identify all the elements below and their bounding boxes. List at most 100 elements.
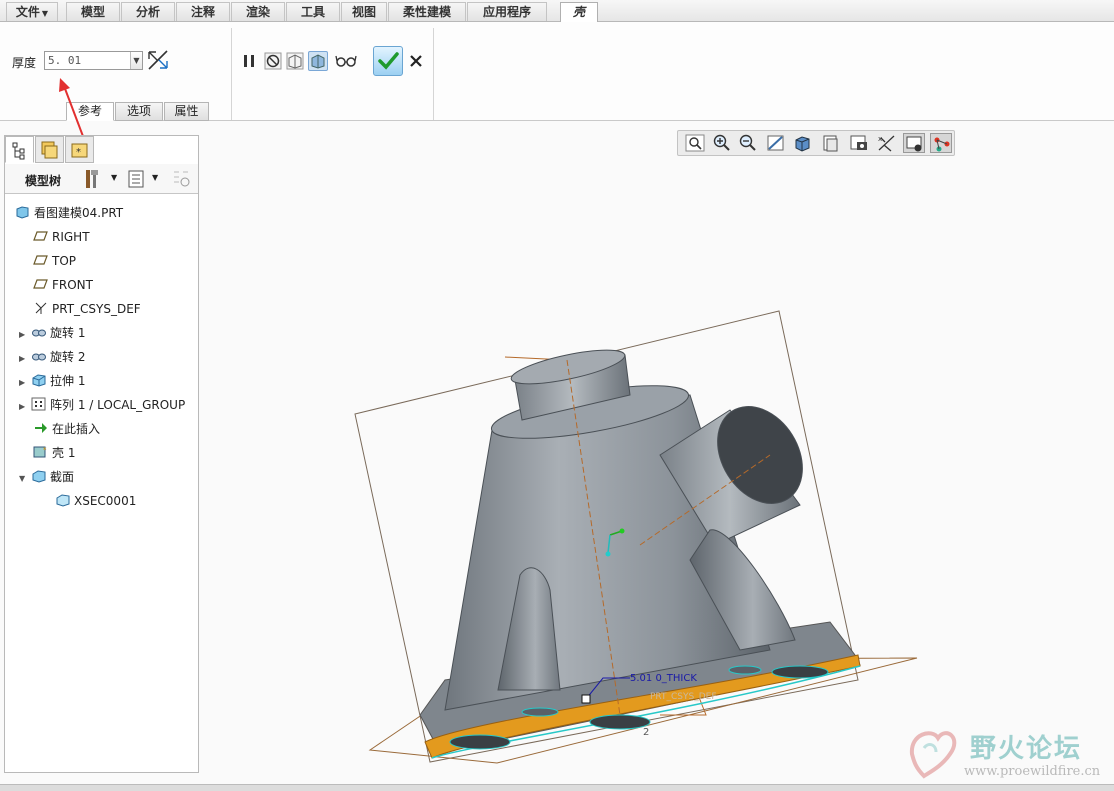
- feature-preview-button[interactable]: [308, 51, 328, 71]
- tree-item-insert-here[interactable]: 在此插入: [33, 419, 100, 439]
- section-icon: [32, 470, 46, 483]
- tab-model-tree[interactable]: [5, 136, 34, 163]
- svg-text:x: x: [878, 135, 882, 143]
- display-style-button[interactable]: [792, 133, 814, 153]
- chevron-down-icon[interactable]: ▼: [111, 173, 117, 182]
- shell-ribbon: 厚度 5. 01 ▼ 参考 选项 属性: [0, 22, 1114, 121]
- menu-tab-tools[interactable]: 工具: [286, 2, 340, 21]
- repaint-button[interactable]: [765, 133, 787, 153]
- expand-icon[interactable]: ▶: [19, 397, 31, 417]
- spin-center-icon: [934, 137, 950, 152]
- zoom-in-button[interactable]: [711, 133, 733, 153]
- menu-tab-view[interactable]: 视图: [341, 2, 387, 21]
- datum-plane-icon: [33, 279, 48, 289]
- show-options-icon[interactable]: [127, 169, 145, 189]
- tree-item-right[interactable]: RIGHT: [33, 227, 90, 247]
- watermark-title: 野火论坛: [970, 734, 1083, 764]
- no-preview-button[interactable]: [263, 51, 283, 71]
- flip-direction-icon[interactable]: [146, 49, 170, 71]
- view-manager-button[interactable]: [848, 133, 870, 153]
- pattern-icon: [31, 397, 46, 411]
- tree-item-csys[interactable]: PRT_CSYS_DEF: [33, 299, 141, 319]
- zoom-out-icon: [739, 134, 756, 151]
- menu-tab-label: 渲染: [245, 5, 270, 19]
- expand-icon[interactable]: ▶: [19, 373, 31, 393]
- tab-folder-browser[interactable]: [35, 136, 64, 163]
- subtab-properties[interactable]: 属性: [164, 102, 209, 121]
- tree-node-label: 截面: [50, 470, 75, 484]
- checkmark-icon: [378, 52, 399, 70]
- menu-tab-label: 视图: [351, 5, 376, 19]
- tree-node-label: FRONT: [52, 278, 93, 292]
- menu-tab-annotate[interactable]: 注释: [176, 2, 230, 21]
- dimension-small-label: 2: [643, 727, 649, 738]
- csys-icon: [35, 302, 47, 314]
- annotation-display-button[interactable]: [903, 133, 925, 153]
- revolve-icon: [32, 329, 46, 337]
- ribbon-separator: [231, 28, 232, 120]
- tree-item-shell-1[interactable]: * 壳 1: [33, 443, 75, 463]
- csys-label: PRT_CSYS_DEF: [650, 692, 717, 702]
- menu-tab-flexible-modeling[interactable]: 柔性建模: [388, 2, 466, 21]
- thickness-input[interactable]: 5. 01: [44, 51, 143, 70]
- menu-tab-file[interactable]: 文件 ▼: [6, 2, 58, 21]
- geometry-preview-button[interactable]: [285, 51, 305, 71]
- saved-orientations-button[interactable]: [820, 133, 842, 153]
- tree-item-sections[interactable]: ▼ 截面: [19, 467, 74, 487]
- tree-item-pattern-1[interactable]: ▶ 阵列 1 / LOCAL_GROUP: [19, 395, 185, 415]
- tree-root-part[interactable]: 看图建模04.PRT: [15, 203, 123, 223]
- saved-views-icon: [823, 135, 838, 152]
- tree-node-label: 在此插入: [52, 422, 101, 436]
- tab-favorites[interactable]: *: [65, 136, 94, 163]
- model-tree-icon: [12, 142, 25, 160]
- pause-button[interactable]: [239, 51, 259, 71]
- tree-node-label: 拉伸 1: [50, 374, 86, 388]
- annotation-display-icon: [906, 136, 922, 152]
- chevron-down-icon[interactable]: ▼: [130, 52, 142, 69]
- subtab-options[interactable]: 选项: [115, 102, 163, 121]
- xsection-icon: [56, 494, 70, 507]
- collapse-icon[interactable]: ▼: [19, 469, 31, 489]
- navigator-panel: * 模型树 ▼ ▼ 看图建模04.PRT RIGHT TOP FRONT PRT…: [4, 135, 199, 773]
- menu-tab-label: 工具: [300, 5, 325, 19]
- svg-text:*: *: [43, 446, 47, 454]
- tree-item-revolve-1[interactable]: ▶ 旋转 1: [19, 323, 85, 343]
- tree-node-label: 旋转 1: [50, 326, 86, 340]
- extrude-icon: [32, 374, 46, 387]
- apply-ok-button[interactable]: [373, 46, 403, 76]
- tree-item-extrude-1[interactable]: ▶ 拉伸 1: [19, 371, 85, 391]
- menu-tab-label: 柔性建模: [402, 5, 451, 19]
- datum-plane-icon: [33, 231, 48, 241]
- spin-center-button[interactable]: [930, 133, 952, 153]
- zoom-out-button[interactable]: [737, 133, 759, 153]
- model-tree-title: 模型树: [25, 174, 62, 188]
- menu-tab-shell[interactable]: 壳: [560, 2, 598, 23]
- graphics-window-model[interactable]: 5.01 0_THICK PRT_CSYS_DEF 2: [340, 300, 930, 770]
- verify-button[interactable]: [334, 51, 358, 71]
- tree-node-label: 旋转 2: [50, 350, 86, 364]
- view-manager-icon: [850, 135, 867, 150]
- chevron-down-icon[interactable]: ▼: [152, 173, 158, 182]
- tree-item-xsec0001[interactable]: XSEC0001: [55, 491, 136, 511]
- thickness-label: 厚度: [12, 56, 37, 70]
- menu-tab-model[interactable]: 模型: [66, 2, 120, 21]
- datum-display-icon: x: [878, 135, 895, 152]
- datum-display-button[interactable]: x: [876, 133, 898, 153]
- tree-item-front[interactable]: FRONT: [33, 275, 93, 295]
- tree-settings-icon[interactable]: [81, 168, 103, 190]
- expand-icon[interactable]: ▶: [19, 325, 31, 345]
- chevron-down-icon: ▼: [41, 9, 49, 18]
- menu-tab-analysis[interactable]: 分析: [121, 2, 175, 21]
- folder-icon: [41, 141, 58, 159]
- tree-item-top[interactable]: TOP: [33, 251, 76, 271]
- refit-button[interactable]: [684, 133, 706, 153]
- tree-node-label: PRT_CSYS_DEF: [52, 302, 141, 316]
- expand-icon[interactable]: ▶: [19, 349, 31, 369]
- menu-tab-applications[interactable]: 应用程序: [467, 2, 547, 21]
- tree-filter-icon[interactable]: [171, 169, 193, 189]
- tree-item-revolve-2[interactable]: ▶ 旋转 2: [19, 347, 85, 367]
- cancel-button[interactable]: [406, 51, 426, 71]
- zoom-in-icon: [713, 134, 730, 151]
- menu-tab-render[interactable]: 渲染: [231, 2, 285, 21]
- thickness-dimension-label[interactable]: 5.01 0_THICK: [630, 673, 697, 684]
